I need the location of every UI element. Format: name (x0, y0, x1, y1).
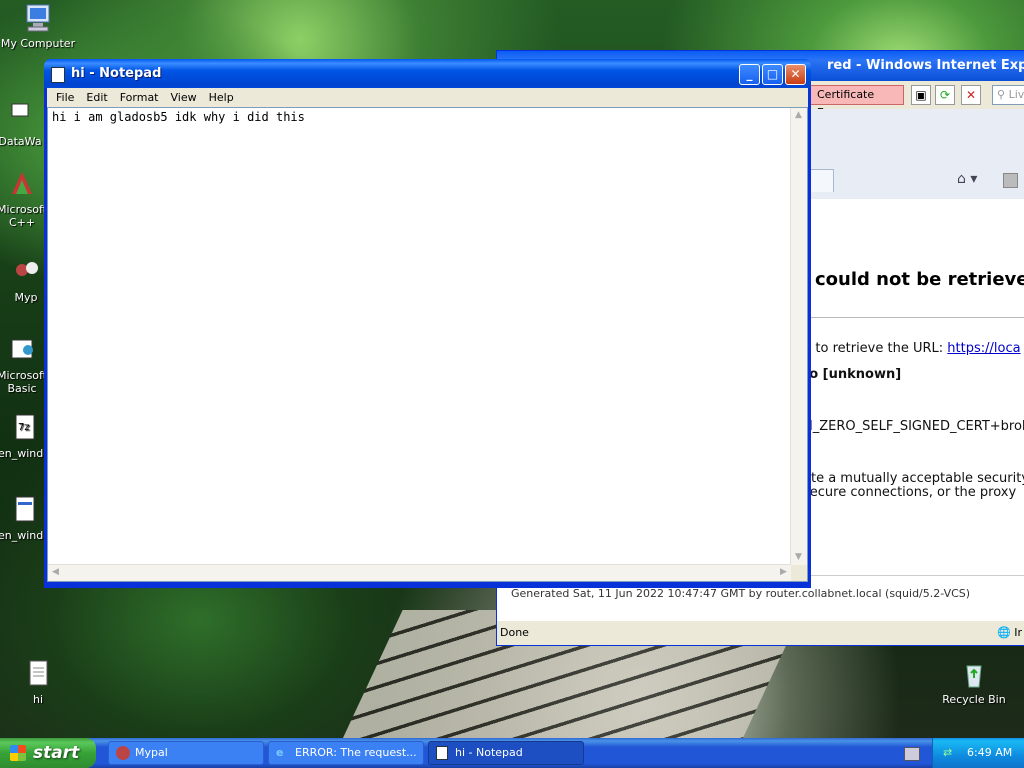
taskbar-item-label: ERROR: The request... (295, 746, 417, 759)
notepad-title: hi - Notepad (71, 66, 162, 81)
start-label: start (33, 743, 80, 763)
notepad-icon (51, 67, 65, 83)
compat-view-icon[interactable]: ▣ (911, 85, 931, 105)
mypal-icon (16, 262, 38, 276)
taskbar-item-notepad[interactable]: hi - Notepad (428, 741, 584, 765)
notepad-window[interactable]: hi - Notepad _ □ ✕ File Edit Format View… (44, 59, 811, 588)
divider (809, 317, 1024, 318)
computer-icon (26, 4, 50, 32)
error-url-link[interactable]: https://loca (947, 341, 1020, 356)
taskbar-item-label: hi - Notepad (455, 746, 523, 759)
notepad-title-bar[interactable]: hi - Notepad _ □ ✕ (44, 59, 811, 88)
text-file-icon (29, 660, 48, 686)
scroll-down-icon[interactable]: ▼ (791, 550, 806, 565)
setup-icon (15, 496, 35, 522)
hi-text-file[interactable]: hi (0, 658, 76, 706)
error-url-prefix: g to retrieve the URL: (803, 341, 948, 356)
svg-text:7z: 7z (18, 422, 30, 433)
recycle-bin-icon (966, 665, 982, 688)
datawarehouse-shortcut[interactable]: DataWa (0, 100, 50, 148)
hi-file-label: hi (32, 693, 44, 706)
notepad-icon (436, 746, 448, 760)
my-computer-icon[interactable]: My Computer (0, 2, 76, 50)
zone-label: Ir (1014, 626, 1022, 639)
error-line-proxy: secure connections, or the proxy (803, 485, 1017, 500)
notepad-content[interactable]: hi i am gladosb5 idk why i did this (52, 110, 305, 124)
desktop: My Computer DataWa Microsoft C++ Myp Mic… (0, 0, 1024, 738)
close-button[interactable]: ✕ (785, 64, 806, 85)
menu-help[interactable]: Help (204, 91, 241, 104)
notepad-menu-bar: File Edit Format View Help (47, 88, 808, 107)
status-text: Done (500, 626, 529, 639)
search-icon: ⚲ (997, 88, 1006, 101)
archive-icon: 7z (15, 414, 35, 440)
start-button[interactable]: start (0, 738, 96, 768)
recycle-bin-label: Recycle Bin (942, 693, 1006, 706)
database-icon (11, 103, 29, 117)
ie-tab[interactable] (807, 169, 834, 192)
visual-basic-icon (11, 339, 33, 359)
internet-zone[interactable]: 🌐 Ir (997, 621, 1022, 645)
notepad-text-area[interactable]: hi i am gladosb5 idk why i did this ▲ ▼ … (47, 107, 808, 582)
error-line-unknown: to [unknown] (803, 367, 902, 382)
ie-status-bar: Done 🌐 Ir (497, 620, 1024, 645)
network-icon[interactable]: ⇄ (943, 738, 952, 768)
mypal-icon (116, 746, 130, 760)
globe-icon: 🌐 (997, 626, 1011, 639)
taskbar: start Mypal e ERROR: The request... hi -… (0, 738, 1024, 768)
windows-flag-icon (10, 745, 26, 761)
minimize-button[interactable]: _ (739, 64, 760, 85)
maximize-button[interactable]: □ (762, 64, 783, 85)
taskbar-item-mypal[interactable]: Mypal (108, 741, 264, 765)
ie-icon: e (276, 746, 284, 759)
vertical-scrollbar[interactable]: ▲ ▼ (790, 108, 807, 565)
system-tray: ⇄ 6:49 AM (932, 738, 1024, 768)
taskbar-item-ie[interactable]: e ERROR: The request... (268, 741, 424, 765)
refresh-icon[interactable]: ⟳ (935, 85, 955, 105)
visual-cpp-icon (12, 172, 32, 194)
scroll-left-icon[interactable]: ◀ (48, 565, 63, 580)
menu-edit[interactable]: Edit (81, 91, 114, 104)
stop-icon[interactable]: ✕ (961, 85, 981, 105)
taskbar-item-label: Mypal (135, 746, 168, 759)
error-line-url: g to retrieve the URL: https://loca (803, 341, 1021, 356)
menu-format[interactable]: Format (115, 91, 166, 104)
certificate-error-button[interactable]: Certificate Error (810, 85, 904, 119)
feeds-icon[interactable] (1003, 173, 1018, 188)
error-heading: could not be retrieve (815, 269, 1024, 290)
search-placeholder: Liv (1008, 88, 1024, 101)
error-line-security: ate a mutually acceptable security (803, 471, 1024, 486)
keyboard-icon[interactable] (904, 747, 920, 761)
horizontal-scrollbar[interactable]: ◀ ▶ (48, 564, 791, 581)
error-line-cert: H_ZERO_SELF_SIGNED_CERT+brol (803, 419, 1024, 434)
datawarehouse-label: DataWa (0, 135, 42, 148)
ie-title-text: red - Windows Internet Explorer (827, 58, 1024, 73)
menu-view[interactable]: View (166, 91, 204, 104)
generated-timestamp: Generated Sat, 11 Jun 2022 10:47:47 GMT … (511, 587, 971, 600)
my-computer-label: My Computer (0, 37, 76, 50)
clock[interactable]: 6:49 AM (967, 738, 1012, 768)
resize-grip-icon[interactable] (791, 565, 807, 581)
menu-file[interactable]: File (51, 91, 81, 104)
home-icon[interactable]: ⌂ ▾ (957, 171, 977, 187)
scroll-right-icon[interactable]: ▶ (776, 565, 791, 580)
search-input[interactable]: ⚲ Liv (992, 85, 1024, 105)
recycle-bin[interactable]: Recycle Bin (936, 658, 1012, 706)
scroll-up-icon[interactable]: ▲ (791, 108, 806, 123)
